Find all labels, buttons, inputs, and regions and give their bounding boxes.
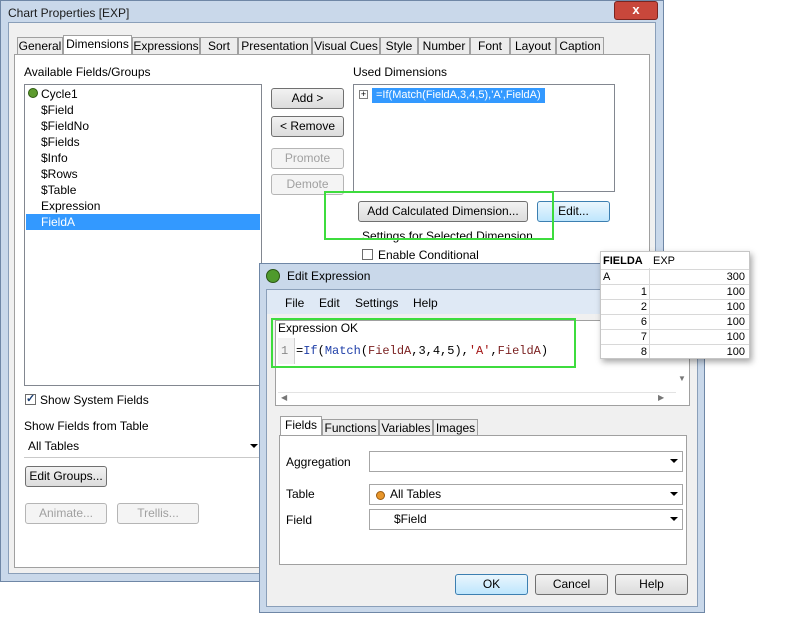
annotation-highlight-box [271, 318, 576, 368]
cycle-group-icon [28, 88, 38, 98]
tab-fields[interactable]: Fields [280, 416, 322, 436]
tab-dimensions[interactable]: Dimensions [63, 35, 132, 55]
tab-general[interactable]: General [17, 37, 63, 54]
aggregation-select[interactable] [369, 451, 683, 472]
horizontal-scrollbar[interactable] [278, 392, 676, 405]
show-fields-table-select[interactable]: All Tables [24, 437, 262, 458]
table-select[interactable]: All Tables [369, 484, 683, 505]
table-header: EXP [653, 255, 676, 267]
chevron-down-icon [250, 444, 258, 448]
list-item[interactable]: $Info [26, 150, 260, 166]
menu-edit[interactable]: Edit [319, 296, 340, 310]
aggregation-label: Aggregation [286, 455, 351, 469]
used-dimensions-list[interactable]: + =If(Match(FieldA,3,4,5),'A',FieldA) [353, 84, 615, 192]
table-cell: 100 [726, 331, 745, 343]
qlikview-app-icon [266, 269, 280, 283]
field-label: Field [286, 513, 313, 527]
available-fields-list[interactable]: Cycle1 $Field $FieldNo $Fields $Info $Ro… [24, 84, 262, 386]
list-item[interactable]: $Fields [26, 134, 260, 150]
edit-expression-title: Edit Expression [287, 269, 371, 283]
close-icon: x [632, 2, 640, 17]
row-divider [601, 314, 749, 315]
enable-conditional-label: Enable Conditional [378, 248, 479, 262]
menu-file[interactable]: File [285, 296, 304, 310]
table-cell: 100 [726, 301, 745, 313]
enable-conditional-checkbox[interactable] [362, 249, 373, 260]
scroll-left-icon[interactable]: ◀ [281, 393, 287, 402]
add-button[interactable]: Add > [271, 88, 344, 109]
ok-button[interactable]: OK [455, 574, 528, 595]
list-item-cycle-group[interactable]: Cycle1 [26, 86, 260, 102]
tab-style[interactable]: Style [380, 37, 418, 54]
chevron-down-icon [670, 492, 678, 496]
row-divider [601, 329, 749, 330]
window-title: Chart Properties [EXP] [8, 6, 130, 20]
table-cell: 7 [640, 331, 647, 343]
show-fields-from-table-label: Show Fields from Table [24, 419, 149, 433]
menu-help[interactable]: Help [413, 296, 438, 310]
remove-button[interactable]: < Remove [271, 116, 344, 137]
row-divider [601, 284, 749, 285]
table-cell: A [603, 271, 611, 283]
row-divider [601, 299, 749, 300]
help-button[interactable]: Help [615, 574, 688, 595]
used-dimension-item[interactable]: =If(Match(FieldA,3,4,5),'A',FieldA) [372, 88, 545, 103]
list-item[interactable]: $Table [26, 182, 260, 198]
tab-functions[interactable]: Functions [322, 419, 379, 436]
scroll-right-icon[interactable]: ▶ [658, 393, 664, 402]
list-item[interactable]: $FieldNo [26, 118, 260, 134]
cancel-button[interactable]: Cancel [535, 574, 608, 595]
available-fields-label: Available Fields/Groups [24, 65, 151, 79]
tab-variables[interactable]: Variables [379, 419, 433, 436]
tab-presentation[interactable]: Presentation [238, 37, 312, 54]
tab-layout[interactable]: Layout [510, 37, 556, 54]
table-cell: 8 [640, 346, 647, 358]
table-cell: 300 [726, 271, 745, 283]
field-select[interactable]: $Field [369, 509, 683, 530]
table-cell: 2 [640, 301, 647, 313]
tab-images[interactable]: Images [433, 419, 478, 436]
row-divider [601, 269, 749, 270]
table-label: Table [286, 487, 315, 501]
menu-settings[interactable]: Settings [355, 296, 398, 310]
list-item[interactable]: $Field [26, 102, 260, 118]
table-cell: 1 [640, 286, 647, 298]
tab-number[interactable]: Number [418, 37, 470, 54]
promote-button[interactable]: Promote [271, 148, 344, 169]
tab-visual-cues[interactable]: Visual Cues [312, 37, 380, 54]
expand-icon[interactable]: + [359, 90, 368, 99]
result-table: FIELDA EXP A 300 1 100 2 100 6 100 7 100… [600, 251, 750, 359]
show-system-fields-checkbox[interactable] [25, 392, 36, 405]
row-divider [601, 344, 749, 345]
annotation-highlight-box [324, 191, 554, 240]
scroll-down-icon[interactable]: ▼ [676, 374, 688, 390]
table-icon [376, 491, 385, 500]
table-cell: 6 [640, 316, 647, 328]
close-button[interactable]: x [614, 1, 658, 20]
used-dimensions-label: Used Dimensions [353, 65, 448, 79]
list-item[interactable]: $Rows [26, 166, 260, 182]
tab-caption[interactable]: Caption [556, 37, 604, 54]
table-cell: 100 [726, 346, 745, 358]
list-item[interactable]: Expression [26, 198, 260, 214]
show-system-fields-label: Show System Fields [40, 393, 149, 407]
trellis-button[interactable]: Trellis... [117, 503, 199, 524]
tab-sort[interactable]: Sort [200, 37, 238, 54]
list-item-selected[interactable]: FieldA [26, 214, 260, 230]
chevron-down-icon [670, 459, 678, 463]
table-header: FIELDA [603, 255, 643, 267]
table-cell: 100 [726, 316, 745, 328]
edit-groups-button[interactable]: Edit Groups... [25, 466, 107, 487]
table-cell: 100 [726, 286, 745, 298]
tab-font[interactable]: Font [470, 37, 510, 54]
animate-button[interactable]: Animate... [25, 503, 107, 524]
chevron-down-icon [670, 517, 678, 521]
tab-expressions[interactable]: Expressions [132, 37, 200, 54]
